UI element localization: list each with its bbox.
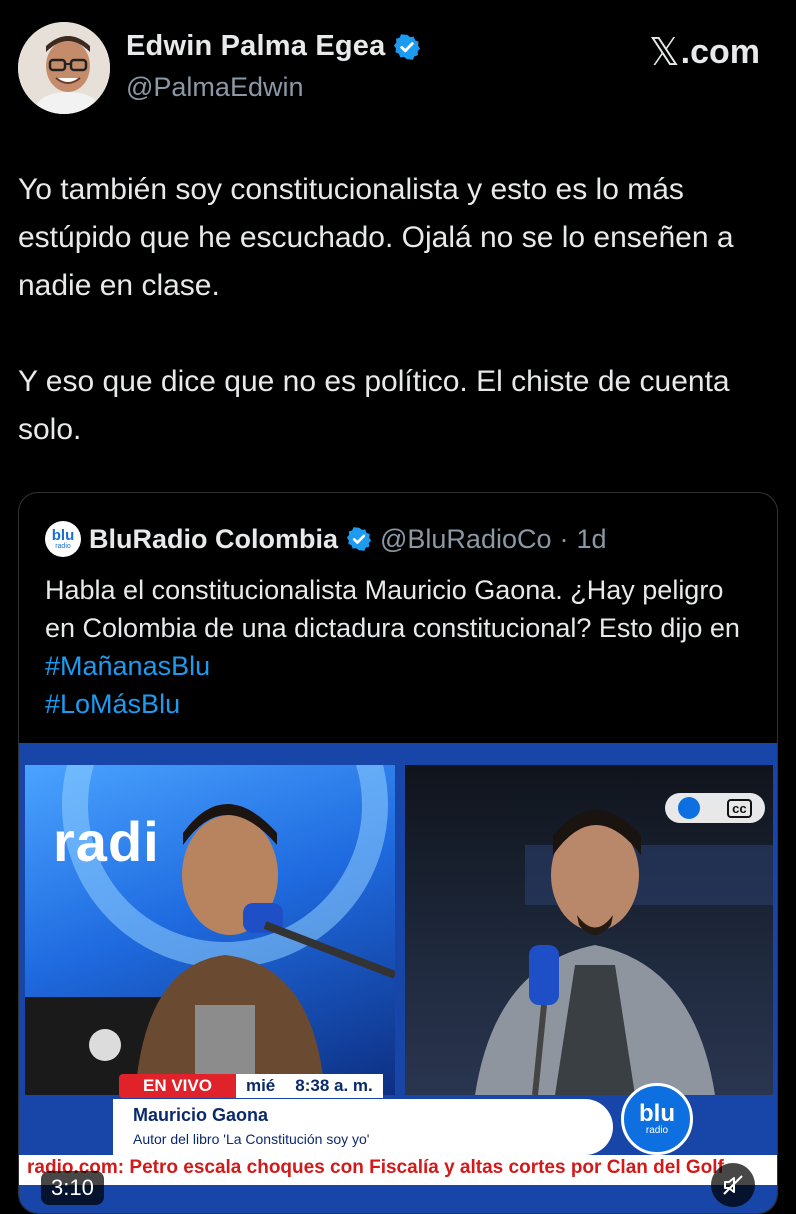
guest-role: Autor del libro 'La Constitución soy yo' (133, 1131, 370, 1147)
guest-name: Mauricio Gaona (133, 1105, 269, 1125)
news-ticker: radio.com: Petro escala choques con Fisc… (19, 1155, 777, 1185)
tweet-text: Yo también soy constitucionalista y esto… (18, 166, 778, 454)
x-watermark: 𝕏 .com (649, 30, 760, 74)
bluradio-avatar[interactable]: blu radio (45, 521, 81, 557)
watermark-domain: .com (680, 32, 760, 71)
bluradio-logo: blu radio (621, 1083, 693, 1155)
author-display-name[interactable]: Edwin Palma Egea (126, 30, 385, 63)
quoted-timestamp[interactable]: 1d (577, 524, 607, 555)
live-clock: 8:38 a. m. (285, 1074, 383, 1098)
verified-badge-icon (346, 527, 372, 551)
blu-logo-word: blu (51, 526, 75, 544)
video-right-panel: cc (405, 765, 773, 1095)
captions-toggle[interactable]: cc (665, 793, 765, 823)
hashtag-link[interactable]: #MañanasBlu (45, 651, 210, 681)
quoted-tweet-text: Habla el constitucionalista Mauricio Gao… (45, 571, 755, 723)
mute-button[interactable] (711, 1163, 755, 1207)
tweet-paragraph: Y eso que dice que no es político. El ch… (18, 365, 730, 446)
verified-badge-icon (394, 33, 421, 60)
video-player[interactable]: radi cc EN VIVO mié 8:38 a. m. Mauricio … (19, 743, 777, 1213)
hashtag-link[interactable]: #LoMásBlu (45, 689, 180, 719)
cc-icon: cc (727, 798, 752, 818)
author-avatar[interactable] (18, 22, 110, 114)
live-strip: EN VIVO mié 8:38 a. m. (119, 1073, 383, 1099)
quoted-author-name[interactable]: BluRadio Colombia (89, 524, 338, 555)
quoted-author-handle[interactable]: @BluRadioCo (380, 524, 552, 555)
live-badge: EN VIVO (119, 1074, 236, 1098)
quoted-tweet-header: blu radio BluRadio Colombia @BluRadioCo … (45, 521, 607, 557)
ticker-text: radio.com: Petro escala choques con Fisc… (27, 1157, 724, 1178)
blu-mini-logo-icon (678, 797, 701, 819)
tweet-paragraph: Yo también soy constitucionalista y esto… (18, 173, 734, 302)
dot-separator: · (559, 523, 569, 554)
quoted-text-body: Habla el constitucionalista Mauricio Gao… (45, 575, 740, 643)
author-handle[interactable]: @PalmaEdwin (126, 72, 303, 103)
x-logo-icon: 𝕏 (649, 30, 680, 74)
blu-logo-sub: radio (55, 542, 71, 550)
lower-third: Mauricio Gaona Autor del libro 'La Const… (113, 1099, 613, 1155)
video-left-panel: radi (25, 765, 395, 1095)
blu-logo-sub: radio (645, 1124, 669, 1136)
author-name-row: Edwin Palma Egea (126, 30, 421, 63)
quoted-tweet-card[interactable]: blu radio BluRadio Colombia @BluRadioCo … (18, 492, 778, 1214)
muted-speaker-icon (723, 1175, 743, 1195)
blu-logo-word: blu (639, 1099, 675, 1127)
live-day: mié (235, 1074, 286, 1098)
studio-backdrop-text: radi (53, 810, 160, 873)
